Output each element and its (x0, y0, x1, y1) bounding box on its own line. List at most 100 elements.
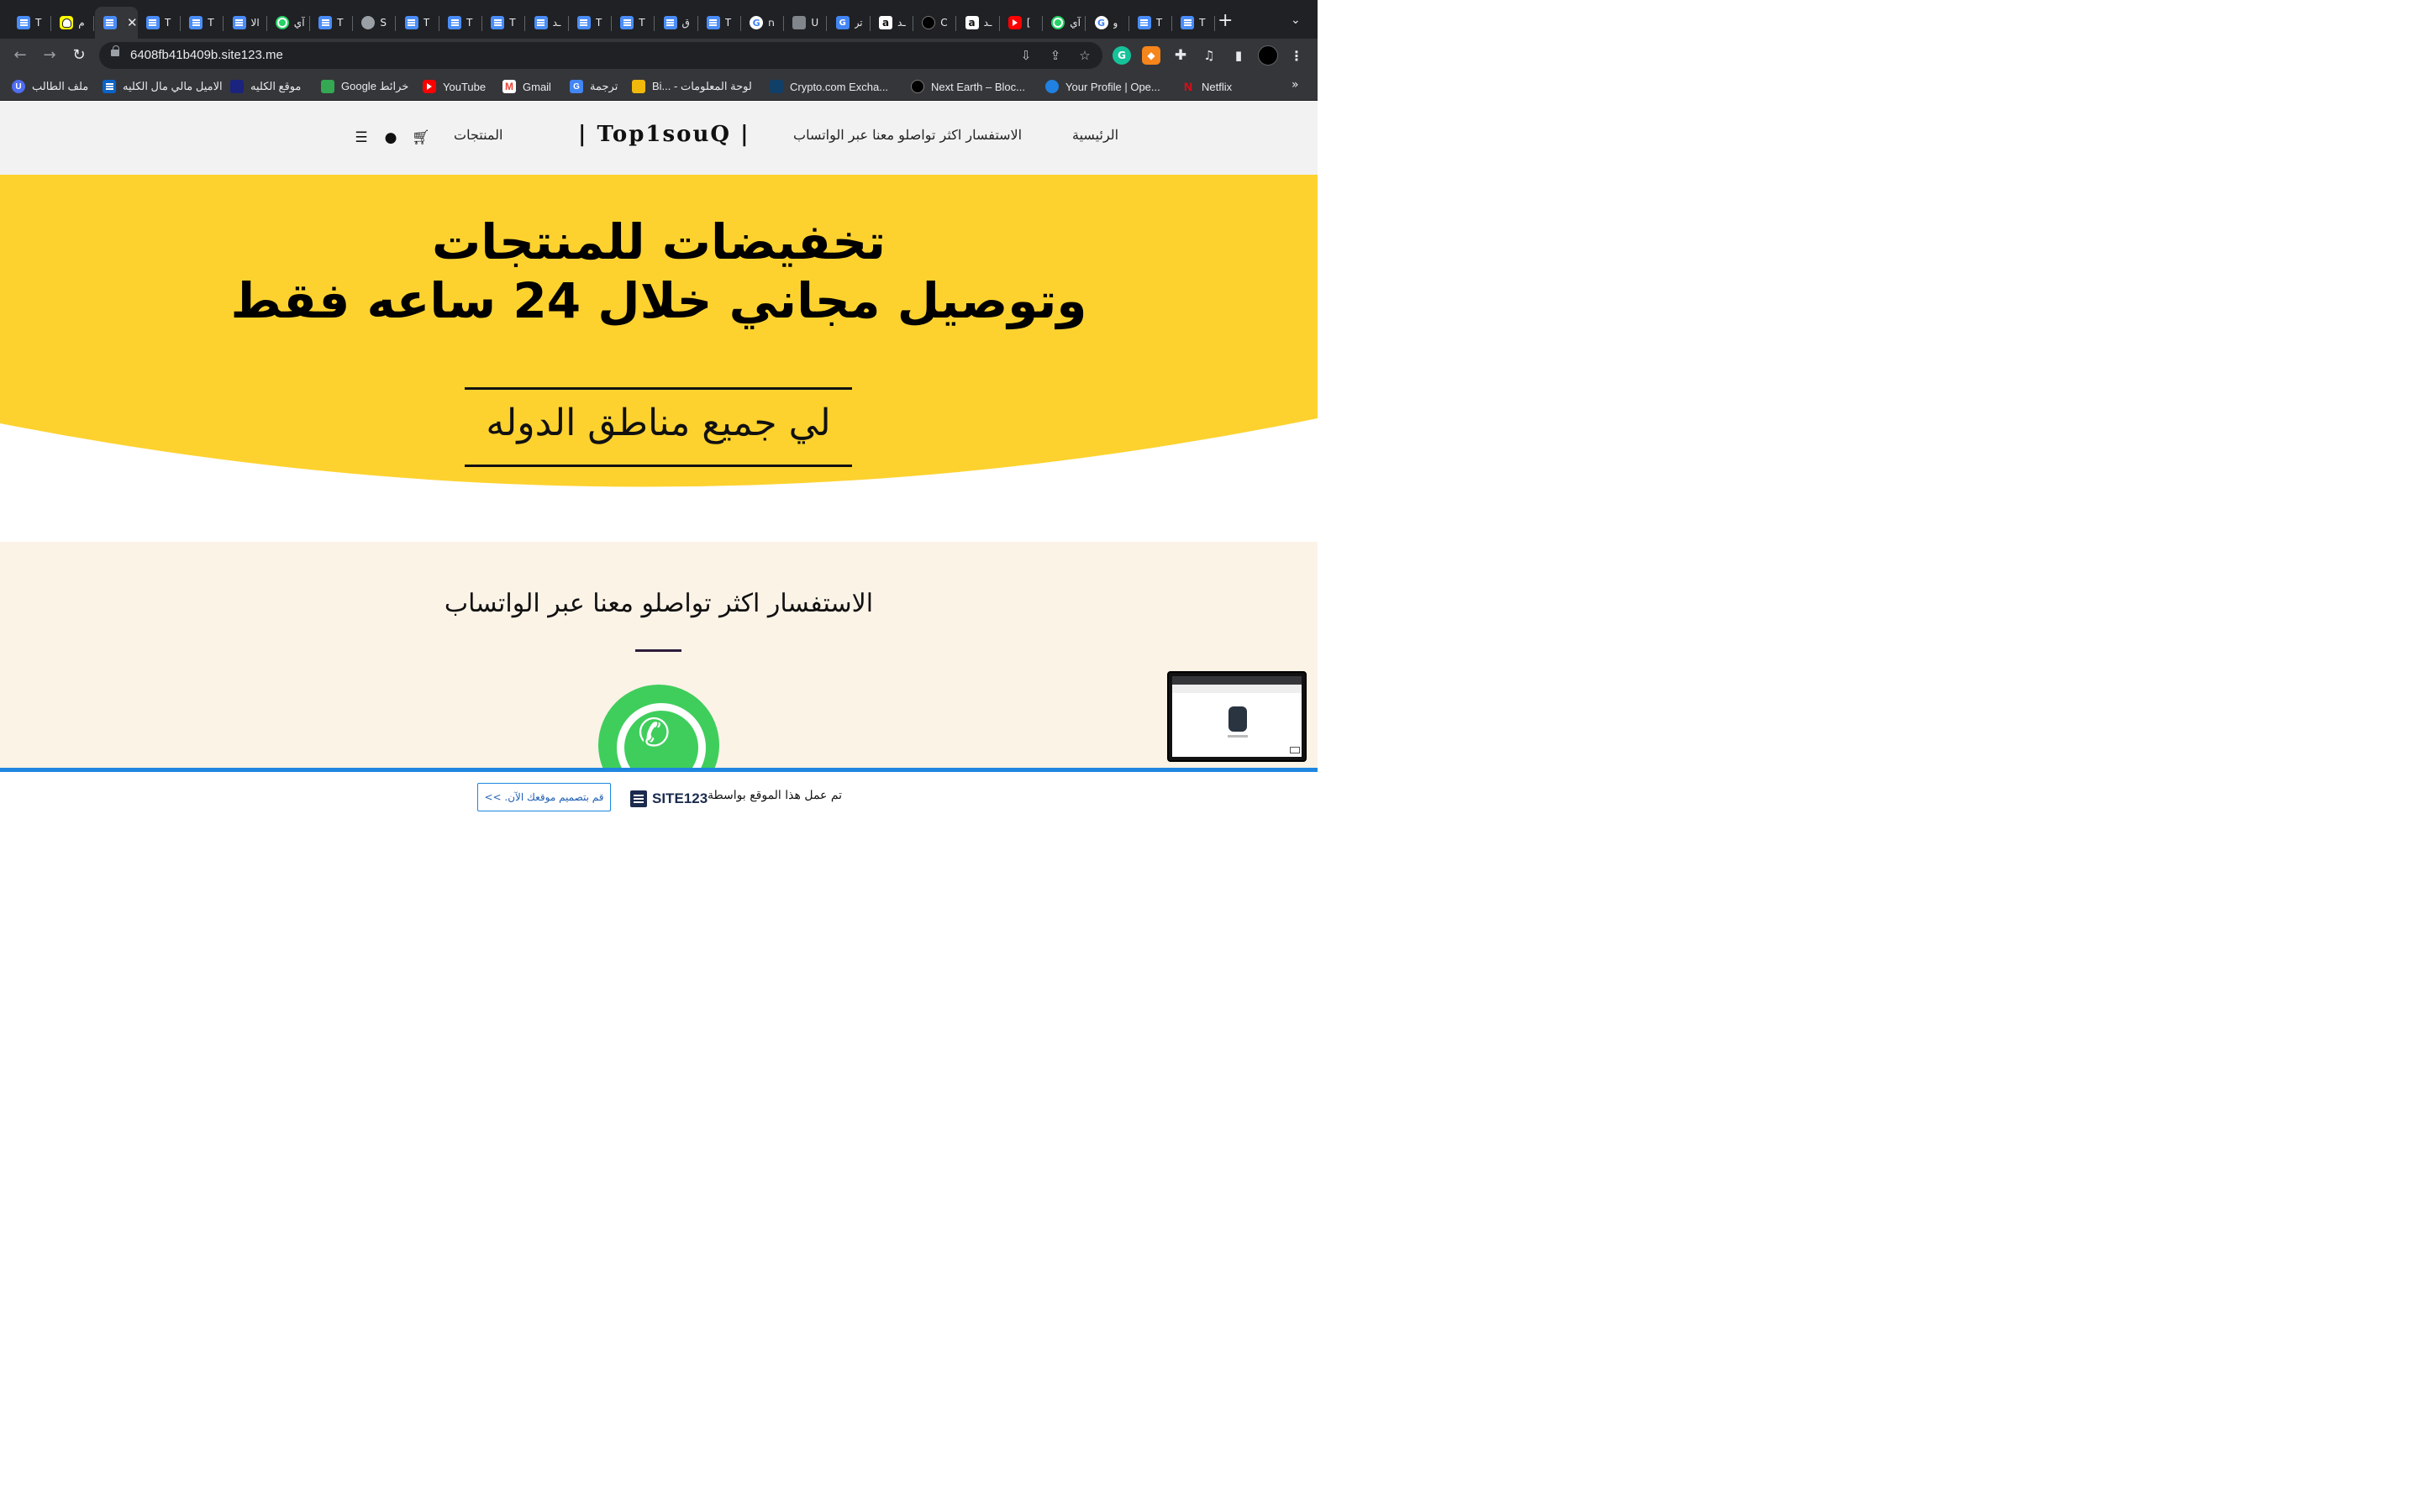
tab-title: ـد (552, 17, 561, 29)
grammarly-extension-icon[interactable]: G (1113, 46, 1131, 65)
preview-browser-bar (1172, 676, 1302, 685)
tab-title: T (337, 17, 344, 29)
profile-avatar[interactable] (1258, 45, 1278, 66)
bookmark-label: Netflix (1202, 80, 1233, 93)
browser-tab[interactable]: T (482, 7, 526, 39)
lock-icon[interactable] (111, 45, 119, 56)
browser-tab[interactable]: T (1129, 7, 1172, 39)
opensea-icon (1045, 80, 1059, 93)
doc-icon (145, 16, 160, 29)
browser-tab[interactable]: T (138, 7, 181, 39)
url-text[interactable]: 6408fb41b409b.site123.me (130, 48, 283, 62)
bookmark-item[interactable]: Bi... - لوحة المعلومات (632, 79, 752, 94)
extensions-puzzle-icon[interactable]: ✚ (1171, 46, 1190, 65)
side-panel-icon[interactable]: ▮ (1229, 46, 1248, 65)
outlook-icon (103, 80, 116, 93)
bookmark-item[interactable]: Next Earth – Bloc... (911, 79, 1025, 94)
browser-tab[interactable]: م (51, 7, 95, 39)
bookmark-item[interactable]: M Gmail (502, 79, 551, 94)
browser-tab[interactable]: a ـد (957, 7, 1000, 39)
media-control-icon[interactable]: ♫ (1200, 46, 1218, 65)
doc-icon (103, 16, 117, 29)
tab-title: ق (681, 17, 690, 29)
browser-tab[interactable]: آي (1043, 7, 1086, 39)
whatsapp-icon[interactable] (598, 685, 719, 773)
contact-section-title: الاستفسار اكثر تواصلو معنا عبر الواتساب (444, 589, 874, 618)
browser-tab[interactable]: T (698, 7, 741, 39)
browser-tab[interactable]: ـد (526, 7, 569, 39)
bookmark-item[interactable]: U ملف الطالب (12, 79, 88, 94)
layers-icon (792, 16, 807, 29)
maps-icon (321, 80, 334, 93)
gmail-icon: M (502, 80, 516, 93)
browser-tab[interactable]: C (913, 7, 957, 39)
browser-tab[interactable]: T (397, 7, 439, 39)
more-bookmarks-chevron-icon[interactable]: » (1292, 78, 1299, 92)
browser-tab[interactable]: T (439, 7, 482, 39)
browser-tab[interactable]: T (181, 7, 224, 39)
address-bar[interactable]: 6408fb41b409b.site123.me ⇩ ⇪ ☆ (99, 42, 1102, 69)
new-tab-button[interactable]: + (1218, 12, 1233, 30)
doc-icon (491, 16, 505, 29)
close-tab-icon[interactable]: ✕ (127, 15, 138, 30)
metamask-extension-icon[interactable]: ◆ (1142, 46, 1160, 65)
bookmark-item[interactable]: G ترجمة (570, 79, 618, 94)
snapchat-icon (60, 16, 74, 29)
browser-tab[interactable]: Gח (741, 7, 785, 39)
site-logo[interactable]: | Top1souQ | (578, 122, 750, 147)
back-button[interactable]: ← (10, 45, 30, 66)
college-icon (230, 80, 244, 93)
browser-tab[interactable]: ق (655, 7, 698, 39)
browser-tab[interactable]: T (612, 7, 655, 39)
browser-tab[interactable]: U (784, 7, 828, 39)
browser-tab[interactable]: آي (267, 7, 310, 39)
bookmark-item[interactable]: N Netflix (1181, 79, 1232, 94)
nav-link-products[interactable]: المنتجات (454, 127, 503, 143)
bookmark-item[interactable]: موقع الكليه (230, 79, 301, 94)
user-account-icon[interactable]: ● (382, 129, 399, 146)
bookmark-label: Google خرائط (341, 80, 409, 92)
translate-icon: G (835, 16, 850, 29)
share-icon[interactable]: ⇪ (1047, 47, 1064, 64)
browser-tab[interactable]: G تر (828, 7, 871, 39)
browser-tab[interactable]: S (353, 7, 397, 39)
tab-title: و (1113, 17, 1118, 29)
browser-tab[interactable]: Gو (1086, 7, 1129, 39)
netflix-icon: N (1183, 80, 1193, 93)
bookmark-item[interactable]: الاميل مالي مال الكليه (103, 79, 223, 94)
site123-brand-name: SITE123 (652, 790, 708, 806)
browser-tab[interactable]: الا (224, 7, 267, 39)
menu-hamburger-icon[interactable]: ☰ (353, 129, 370, 146)
bookmark-star-icon[interactable]: ☆ (1076, 47, 1093, 64)
install-app-icon[interactable]: ⇩ (1018, 47, 1034, 64)
forward-button[interactable]: → (39, 45, 60, 66)
tab-title: T (1155, 17, 1163, 29)
contact-section: الاستفسار اكثر تواصلو معنا عبر الواتساب (0, 542, 1318, 773)
browser-tab[interactable]: [ (1000, 7, 1043, 39)
nav-link-contact[interactable]: الاستفسار اكثر تواصلو معنا عبر الواتساب (793, 127, 1022, 143)
bookmark-item[interactable]: YouTube (423, 79, 486, 94)
bookmark-item[interactable]: Crypto.com Excha... (770, 79, 888, 94)
nav-link-home[interactable]: الرئيسية (1072, 127, 1118, 143)
preview-watch-image (1228, 706, 1247, 732)
tab-title: ـد (983, 17, 992, 29)
browser-menu-icon[interactable]: ⋮ (1287, 46, 1306, 65)
doc-icon (232, 16, 246, 29)
browser-tab[interactable]: T (8, 7, 51, 39)
tab-search-button[interactable]: ⌄ (1291, 13, 1301, 27)
site123-logo[interactable]: SITE123 (630, 790, 708, 807)
bookmark-item[interactable]: Your Profile | Ope... (1045, 79, 1160, 94)
create-website-button[interactable]: قم بتصميم موقعك الآن. >> (477, 783, 611, 811)
browser-tab[interactable]: T (310, 7, 354, 39)
screenshot-preview-thumbnail[interactable] (1167, 671, 1307, 762)
browser-tab[interactable]: T (569, 7, 612, 39)
tab-title: T (639, 17, 645, 29)
whatsapp-icon (1051, 16, 1065, 29)
bookmark-item[interactable]: Google خرائط (321, 79, 408, 94)
browser-tab[interactable]: a ـد (871, 7, 913, 39)
reload-button[interactable]: ↻ (69, 45, 89, 66)
doc-icon (706, 16, 720, 29)
shopping-cart-icon[interactable]: 🛒︎ (412, 129, 430, 146)
tab-active[interactable]: ✕ (94, 7, 138, 39)
browser-tab[interactable]: T (1172, 7, 1216, 39)
